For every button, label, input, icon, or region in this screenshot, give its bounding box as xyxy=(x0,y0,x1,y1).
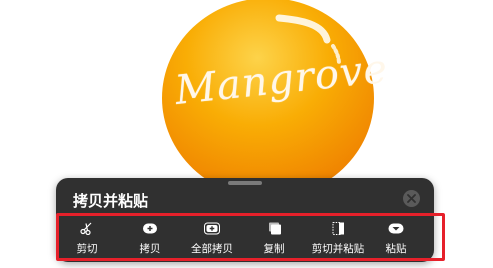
copy-all-button[interactable]: 全部拷贝 xyxy=(186,216,238,258)
cut-paste-icon xyxy=(332,222,344,235)
duplicate-label: 复制 xyxy=(263,243,285,255)
copy-button[interactable]: 拷贝 xyxy=(128,216,172,258)
close-icon xyxy=(407,194,416,203)
scissors-icon xyxy=(80,222,92,235)
copy-plus-icon xyxy=(143,223,157,234)
paste-icon xyxy=(388,223,404,234)
screen: Mangrove 拷贝并粘贴 剪切 拷贝 全部拷贝 复制 剪切并粘贴 粘贴 xyxy=(0,0,493,268)
cut-and-paste-label: 剪切并粘贴 xyxy=(311,243,365,255)
cut-label: 剪切 xyxy=(76,243,98,255)
copy-all-icon xyxy=(204,222,220,235)
cut-and-paste-button[interactable]: 剪切并粘贴 xyxy=(306,216,370,258)
paste-button[interactable]: 粘贴 xyxy=(374,216,418,258)
duplicate-button[interactable]: 复制 xyxy=(252,216,296,258)
duplicate-icon xyxy=(269,222,281,235)
paste-label: 粘贴 xyxy=(385,243,407,255)
close-button[interactable] xyxy=(403,190,420,207)
action-bar: 剪切 拷贝 全部拷贝 复制 剪切并粘贴 粘贴 xyxy=(56,216,434,258)
copy-label: 拷贝 xyxy=(139,243,161,255)
drag-handle[interactable] xyxy=(228,181,262,185)
panel-title: 拷贝并粘贴 xyxy=(73,192,149,210)
cut-button[interactable]: 剪切 xyxy=(65,216,109,258)
copy-all-label: 全部拷贝 xyxy=(191,243,233,255)
